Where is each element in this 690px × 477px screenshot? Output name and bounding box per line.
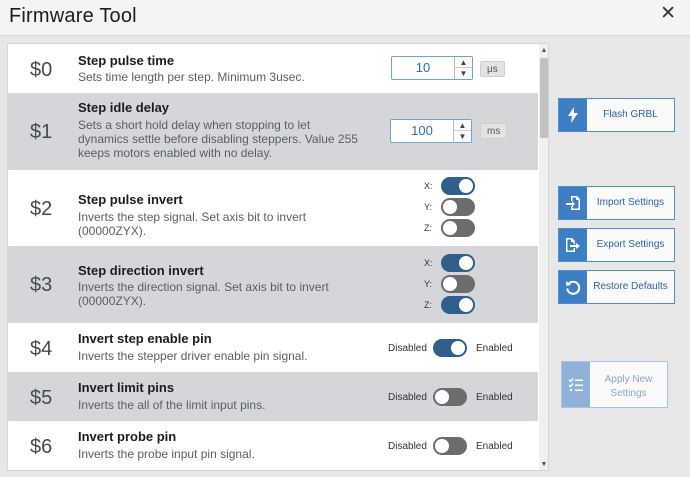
- toggle-knob: [443, 277, 457, 291]
- setting-description: Inverts the direction signal. Set axis b…: [78, 280, 329, 308]
- vertical-scrollbar[interactable]: ▲ ▼: [539, 44, 548, 470]
- setting-name: Step idle delay: [78, 100, 170, 115]
- setting-name: Step pulse time: [78, 53, 175, 68]
- invert-probe-pin-toggle[interactable]: [433, 437, 467, 455]
- spin-value[interactable]: 10: [392, 57, 454, 79]
- setting-row-4: $4 Invert step enable pin Inverts the st…: [8, 323, 538, 372]
- axis-label-z: Z:: [424, 223, 432, 233]
- step-pulse-time-input[interactable]: 10 ▲ ▼: [391, 56, 473, 80]
- dir-invert-x-toggle[interactable]: [441, 254, 475, 272]
- flash-grbl-button[interactable]: Flash GRBL: [558, 98, 675, 132]
- axis-label-y: Y:: [424, 279, 433, 289]
- setting-name: Invert step enable pin: [78, 331, 212, 346]
- spin-up-icon[interactable]: ▲: [455, 57, 472, 68]
- title-bar: Firmware Tool ✕: [0, 0, 690, 36]
- scroll-up-icon[interactable]: ▲: [539, 46, 548, 56]
- scrollbar-thumb[interactable]: [540, 58, 548, 138]
- toggle-knob: [435, 390, 449, 404]
- lightning-icon: [559, 99, 587, 131]
- spin-arrows: ▲ ▼: [454, 57, 472, 79]
- setting-row-3: $3 Step direction invert Inverts the dir…: [8, 246, 538, 323]
- setting-number: $2: [30, 198, 53, 220]
- setting-description: Inverts the all of the limit input pins.: [78, 398, 266, 412]
- axis-label-y: Y:: [424, 202, 433, 212]
- setting-description: Inverts the step signal. Set axis bit to…: [78, 210, 307, 238]
- setting-description: Sets a short hold delay when stopping to…: [78, 118, 358, 160]
- spin-down-icon[interactable]: ▼: [455, 68, 472, 79]
- spin-value[interactable]: 100: [391, 120, 453, 142]
- settings-panel: $0 Step pulse time Sets time length per …: [7, 43, 549, 471]
- setting-number: $3: [30, 274, 53, 296]
- import-settings-label: Import Settings: [596, 197, 665, 208]
- apply-new-settings-label: Apply New Settings: [604, 374, 653, 399]
- step-invert-y-toggle[interactable]: [441, 198, 475, 216]
- disabled-label: Disabled: [388, 343, 427, 354]
- setting-row-6: $6 Invert probe pin Inverts the probe in…: [8, 421, 538, 470]
- step-idle-delay-input[interactable]: 100 ▲ ▼: [390, 119, 472, 143]
- scroll-down-icon[interactable]: ▼: [539, 460, 548, 470]
- toggle-knob: [435, 439, 449, 453]
- setting-row-1: $1 Step idle delay Sets a short hold del…: [8, 93, 538, 170]
- spin-up-icon[interactable]: ▲: [454, 120, 471, 131]
- undo-icon: [559, 271, 587, 303]
- toggle-knob: [451, 341, 465, 355]
- close-icon[interactable]: ✕: [660, 3, 676, 25]
- file-import-icon: [559, 187, 587, 219]
- export-settings-button[interactable]: Export Settings: [558, 228, 675, 262]
- setting-number: $4: [30, 338, 53, 360]
- enabled-label: Enabled: [476, 392, 513, 403]
- axis-label-x: X:: [424, 181, 433, 191]
- setting-name: Invert limit pins: [78, 380, 175, 395]
- restore-defaults-label: Restore Defaults: [593, 281, 668, 292]
- setting-description: Inverts the stepper driver enable pin si…: [78, 349, 308, 363]
- apply-new-settings-button[interactable]: Apply New Settings: [561, 361, 668, 408]
- file-export-icon: [559, 229, 587, 261]
- setting-row-2: $2 Step pulse invert Inverts the step si…: [8, 170, 538, 246]
- setting-row-0: $0 Step pulse time Sets time length per …: [8, 44, 538, 93]
- setting-number: $6: [30, 436, 53, 458]
- setting-name: Invert probe pin: [78, 429, 177, 444]
- enabled-label: Enabled: [476, 441, 513, 452]
- window-title: Firmware Tool: [9, 5, 137, 27]
- enabled-label: Enabled: [476, 343, 513, 354]
- invert-enable-pin-toggle[interactable]: [433, 339, 467, 357]
- export-settings-label: Export Settings: [596, 239, 665, 250]
- step-invert-z-toggle[interactable]: [441, 219, 475, 237]
- disabled-label: Disabled: [388, 392, 427, 403]
- setting-number: $1: [30, 121, 53, 143]
- step-invert-x-toggle[interactable]: [441, 177, 475, 195]
- flash-grbl-label: Flash GRBL: [603, 109, 658, 120]
- disabled-label: Disabled: [388, 441, 427, 452]
- toggle-knob: [459, 298, 473, 312]
- toggle-knob: [443, 200, 457, 214]
- spin-down-icon[interactable]: ▼: [454, 131, 471, 142]
- toggle-knob: [443, 221, 457, 235]
- toggle-knob: [459, 256, 473, 270]
- spin-arrows: ▲ ▼: [453, 120, 471, 142]
- dir-invert-z-toggle[interactable]: [441, 296, 475, 314]
- axis-label-z: Z:: [424, 300, 432, 310]
- setting-description: Sets time length per step. Minimum 3usec…: [78, 70, 305, 84]
- restore-defaults-button[interactable]: Restore Defaults: [558, 270, 675, 304]
- setting-name: Step pulse invert: [78, 192, 183, 207]
- import-settings-button[interactable]: Import Settings: [558, 186, 675, 220]
- unit-label: ms: [480, 123, 508, 139]
- setting-row-5: $5 Invert limit pins Inverts the all of …: [8, 372, 538, 421]
- dir-invert-y-toggle[interactable]: [441, 275, 475, 293]
- setting-description: Inverts the probe input pin signal.: [78, 447, 255, 461]
- invert-limit-pins-toggle[interactable]: [433, 388, 467, 406]
- setting-row-partial: [8, 470, 538, 471]
- setting-name: Step direction invert: [78, 263, 204, 278]
- checklist-icon: [562, 362, 590, 407]
- setting-number: $5: [30, 387, 53, 409]
- setting-number: $0: [30, 59, 53, 81]
- axis-label-x: X:: [424, 258, 433, 268]
- unit-label: μs: [480, 61, 505, 77]
- toggle-knob: [459, 179, 473, 193]
